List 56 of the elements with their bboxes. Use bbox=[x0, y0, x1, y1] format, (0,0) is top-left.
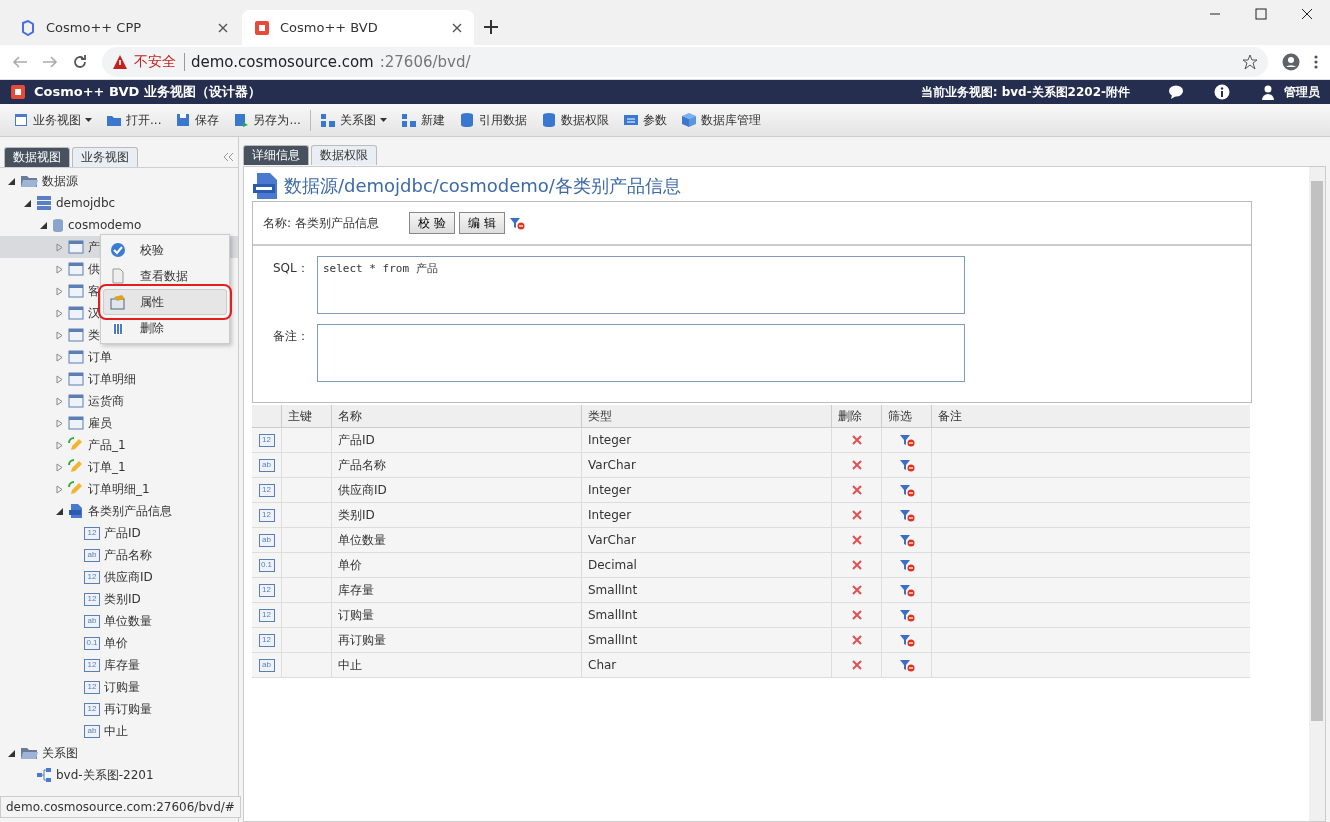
table-cell: SmallInt bbox=[581, 603, 831, 628]
table-cell: 订购量 bbox=[331, 603, 581, 628]
app-title: Cosmo++ BVD 业务视图（设计器） bbox=[34, 83, 262, 101]
table-cell: Integer bbox=[581, 503, 831, 528]
table-cell: SmallInt bbox=[581, 578, 831, 603]
sql-label: SQL： bbox=[273, 260, 305, 277]
field-type-icon: 12 bbox=[258, 583, 275, 597]
current-view-label: 当前业务视图: bvd-关系图2202-附件 bbox=[920, 83, 1130, 101]
field-type-icon: 12 bbox=[84, 680, 100, 694]
note-label: 备注： bbox=[273, 328, 305, 345]
table-cell: Decimal bbox=[581, 553, 831, 578]
table-cell: Char bbox=[581, 653, 831, 678]
field-type-icon: 12 bbox=[84, 658, 100, 672]
field-type-icon: ab bbox=[258, 458, 275, 472]
url-path: :27606/bvd/ bbox=[379, 53, 472, 71]
table-cell: 中止 bbox=[331, 653, 581, 678]
breadcrumb-path: 数据源/demojdbc/cosmodemo/各类别产品信息 bbox=[284, 174, 681, 198]
column-header: 类型 bbox=[581, 405, 831, 428]
table-cell: 单价 bbox=[331, 553, 581, 578]
field-type-icon: 12 bbox=[84, 526, 100, 540]
table-cell: 产品ID bbox=[331, 428, 581, 453]
table-cell: VarChar bbox=[581, 528, 831, 553]
table-cell: 库存量 bbox=[331, 578, 581, 603]
field-type-icon: 12 bbox=[258, 433, 275, 447]
table-cell: 类别ID bbox=[331, 503, 581, 528]
field-type-icon: 12 bbox=[258, 608, 275, 622]
table-cell: 单位数量 bbox=[331, 528, 581, 553]
field-type-icon: 12 bbox=[84, 702, 100, 716]
field-type-icon: ab bbox=[84, 614, 100, 628]
field-type-icon: 12 bbox=[84, 570, 100, 584]
field-type-icon: ab bbox=[84, 548, 100, 562]
table-cell: 产品名称 bbox=[331, 453, 581, 478]
column-header: 主键 bbox=[281, 405, 331, 428]
field-type-icon: ab bbox=[258, 533, 275, 547]
table-cell: SmallInt bbox=[581, 628, 831, 653]
table-cell: 再订购量 bbox=[331, 628, 581, 653]
name-label: 名称: 各类别产品信息 bbox=[263, 214, 379, 232]
field-type-icon: ab bbox=[258, 658, 275, 672]
table-cell: Integer bbox=[581, 478, 831, 503]
field-type-icon: ab bbox=[84, 724, 100, 738]
status-url: demo.cosmosource.com:27606/bvd/# bbox=[0, 796, 241, 818]
security-warning: 不安全 bbox=[134, 53, 185, 71]
field-type-icon: 0.1 bbox=[84, 636, 100, 650]
field-type-icon: 12 bbox=[258, 508, 275, 522]
column-header: 名称 bbox=[331, 405, 581, 428]
field-type-icon: 12 bbox=[258, 483, 275, 497]
column-header: 删除 bbox=[831, 405, 881, 428]
field-type-icon: 12 bbox=[84, 592, 100, 606]
url-host: demo.cosmosource.com bbox=[191, 53, 374, 71]
table-cell: VarChar bbox=[581, 453, 831, 478]
column-header: 备注 bbox=[931, 405, 1250, 428]
table-cell: Integer bbox=[581, 428, 831, 453]
field-type-icon: 12 bbox=[258, 633, 275, 647]
table-cell: 供应商ID bbox=[331, 478, 581, 503]
column-header: 筛选 bbox=[881, 405, 931, 428]
field-type-icon: 0.1 bbox=[258, 558, 275, 572]
